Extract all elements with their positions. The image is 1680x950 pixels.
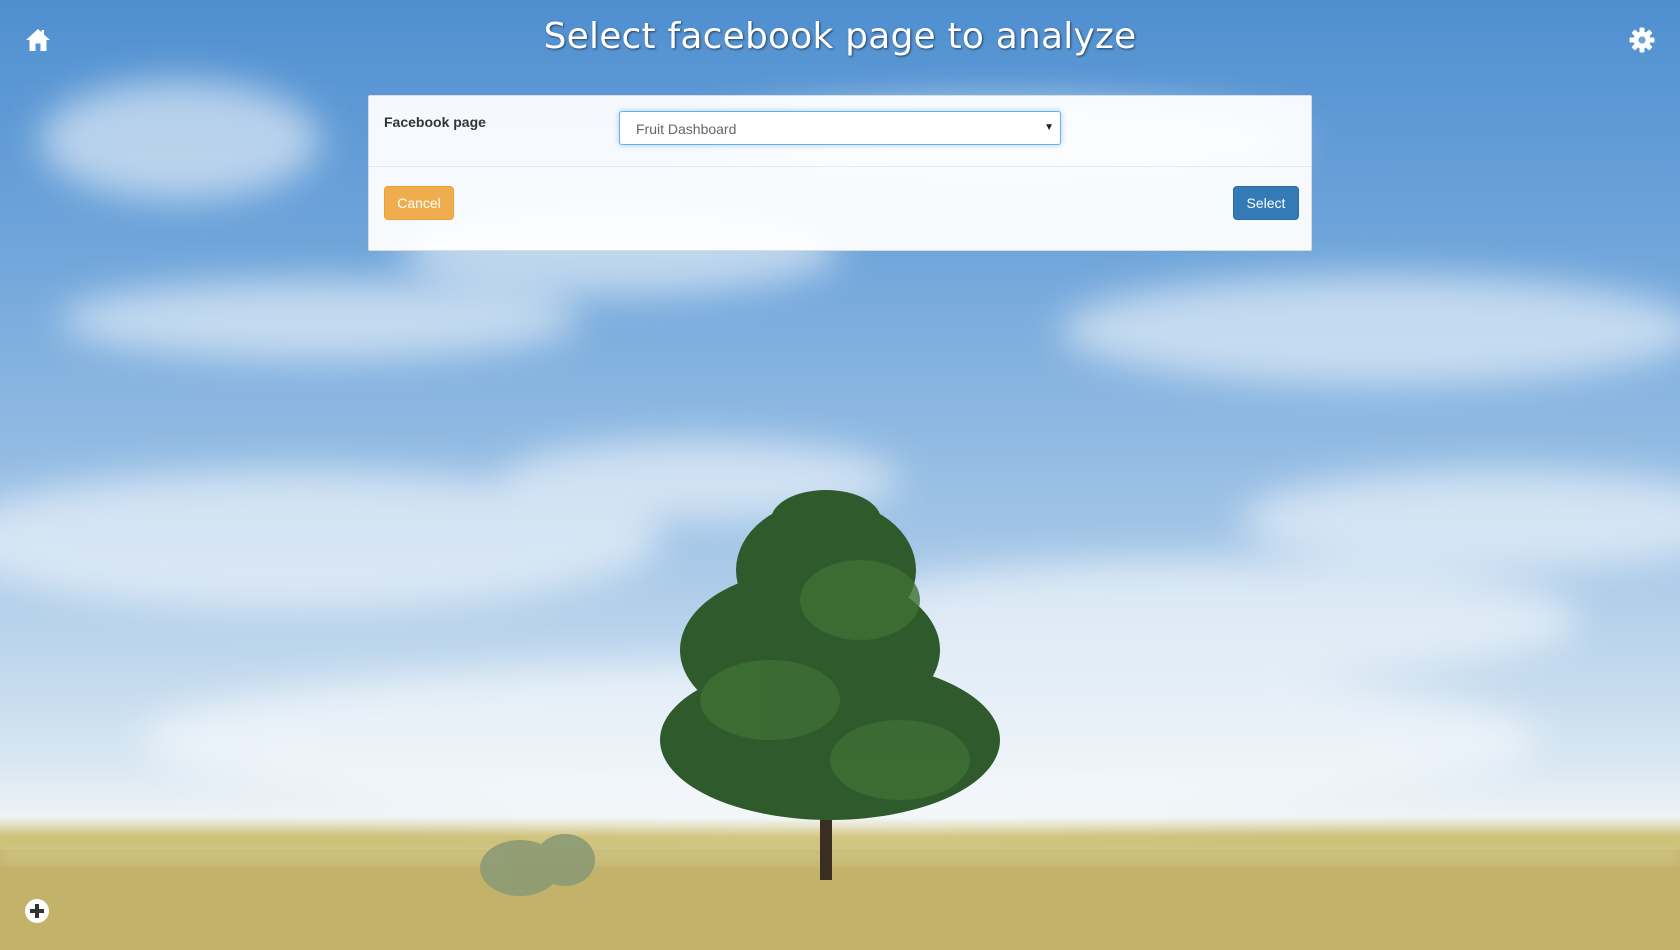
- facebook-page-label: Facebook page: [384, 114, 486, 130]
- page-title: Select facebook page to analyze: [543, 16, 1137, 57]
- chevron-down-icon: ▼: [1044, 122, 1054, 133]
- selected-page-value: Fruit Dashboard: [636, 121, 737, 137]
- tree: [660, 490, 1000, 880]
- form-divider: [369, 166, 1311, 167]
- gear-icon[interactable]: [1628, 26, 1656, 54]
- page-background: Select facebook page to analyze Facebook…: [0, 0, 1680, 950]
- plus-circle-icon[interactable]: [24, 898, 50, 924]
- select-page-form: Facebook page Fruit Dashboard ▼ Cancel S…: [368, 95, 1312, 251]
- facebook-page-select[interactable]: Fruit Dashboard ▼: [619, 111, 1061, 145]
- select-button[interactable]: Select: [1233, 186, 1299, 220]
- cancel-button[interactable]: Cancel: [384, 186, 454, 220]
